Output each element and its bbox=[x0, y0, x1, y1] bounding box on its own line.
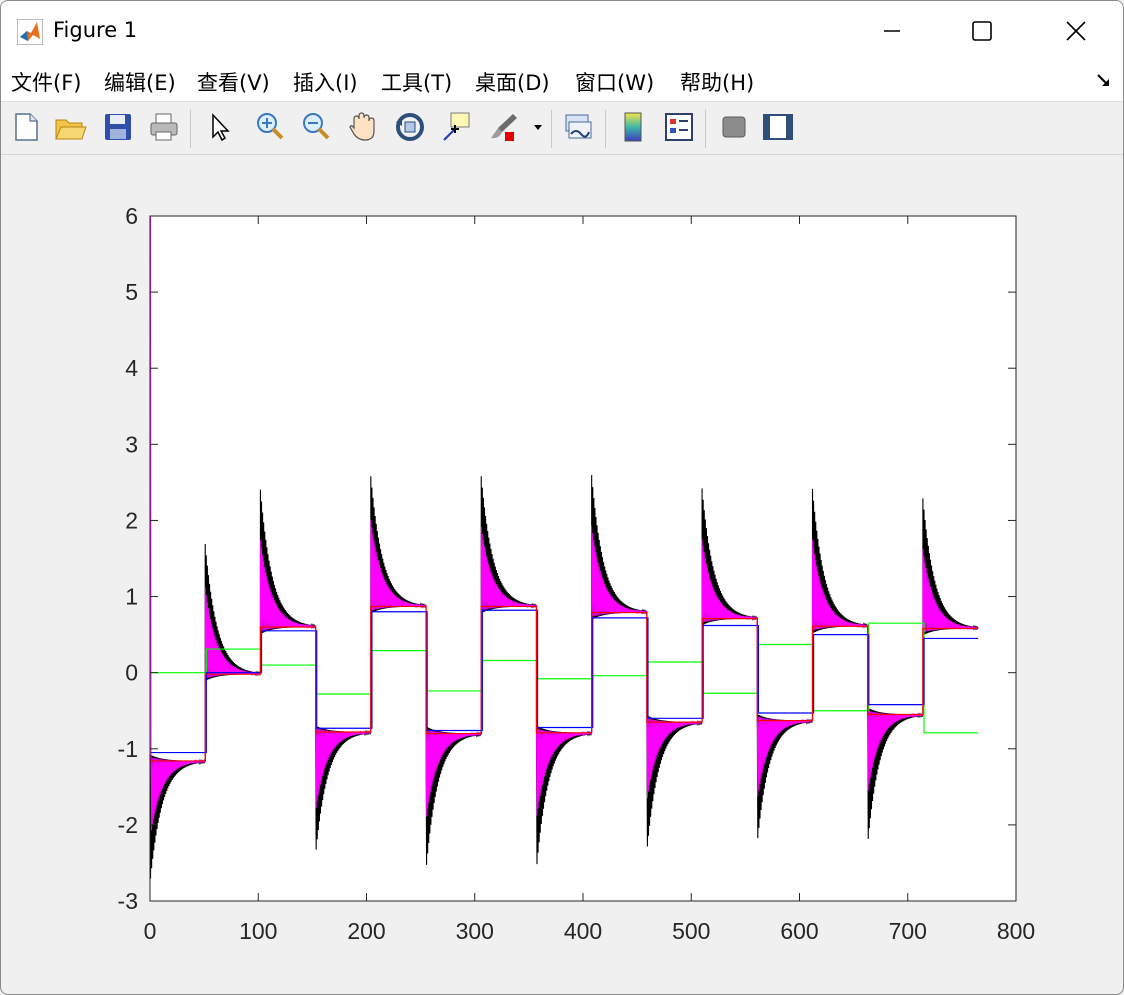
y-tick-label: 4 bbox=[125, 355, 138, 381]
figure-window: Figure 1 文件(F) 编辑(E) 查看(V) 插入(I) 工具(T) 桌… bbox=[0, 0, 1124, 995]
x-tick-label: 400 bbox=[564, 918, 602, 944]
y-tick-label: -1 bbox=[118, 736, 138, 762]
y-tick-label: 1 bbox=[125, 584, 138, 610]
y-tick-label: 5 bbox=[125, 279, 138, 305]
y-tick-label: 0 bbox=[125, 660, 138, 686]
y-tick-label: 6 bbox=[125, 203, 138, 229]
plot-canvas: 0 100 200 300 400 500 600 700 800 6 5 4 3 2 1 0 -1 -2 -3 bbox=[118, 203, 1036, 944]
x-tick-label: 800 bbox=[997, 918, 1035, 944]
x-tick-label: 300 bbox=[456, 918, 494, 944]
y-tick-label: -3 bbox=[118, 888, 138, 914]
axes-background[interactable] bbox=[150, 216, 1016, 901]
x-tick-label: 100 bbox=[239, 918, 277, 944]
y-tick-label: -2 bbox=[118, 812, 138, 838]
x-tick-label: 600 bbox=[780, 918, 818, 944]
x-tick-label: 700 bbox=[889, 918, 927, 944]
y-tick-label: 2 bbox=[125, 507, 138, 533]
x-tick-label: 200 bbox=[347, 918, 385, 944]
y-tick-label: 3 bbox=[125, 431, 138, 457]
x-tick-label: 500 bbox=[672, 918, 710, 944]
x-tick-label: 0 bbox=[144, 918, 157, 944]
